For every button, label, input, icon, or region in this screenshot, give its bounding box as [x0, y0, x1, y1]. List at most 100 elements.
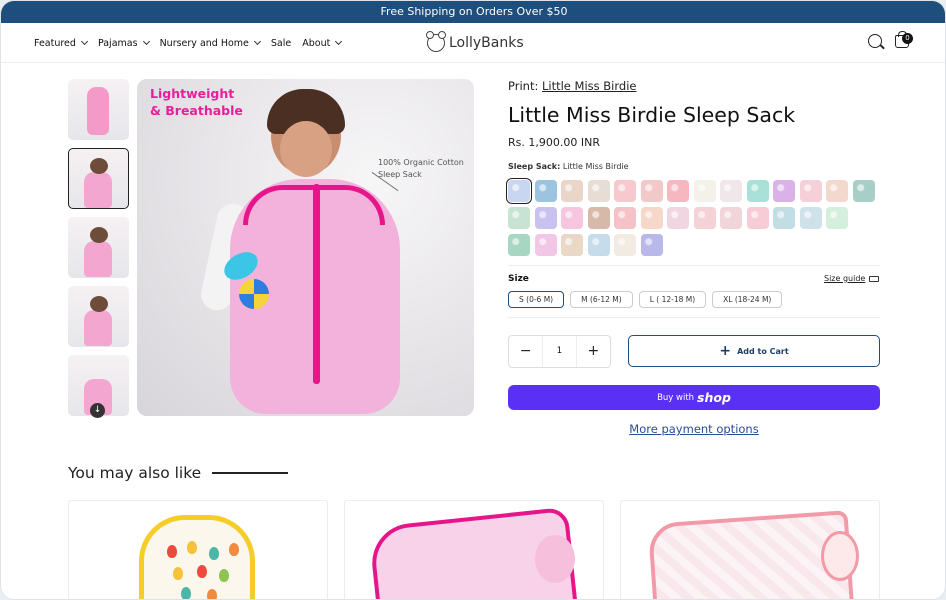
- product-thumbnail[interactable]: [68, 286, 129, 347]
- thumbnail-image: [84, 241, 112, 277]
- buy-with-shop-button[interactable]: Buy with shop: [508, 385, 880, 410]
- print-swatch[interactable]: [667, 180, 689, 202]
- nav-menu: Featured Pajamas Nursery and Home Sale A…: [34, 23, 343, 63]
- product-card[interactable]: [620, 500, 880, 599]
- product-thumbnail[interactable]: [68, 79, 129, 140]
- print-swatch[interactable]: [773, 207, 795, 229]
- size-options: S (0-6 M) M (6-12 M) L ( 12-18 M) XL (18…: [508, 291, 783, 308]
- sleep-sack-image: [87, 87, 109, 135]
- size-guide-link[interactable]: Size guide: [824, 274, 880, 283]
- variant-label: Sleep Sack: Little Miss Birdie: [508, 162, 880, 171]
- print-swatch[interactable]: [561, 180, 583, 202]
- print-swatch[interactable]: [534, 234, 557, 256]
- search-icon[interactable]: [868, 34, 882, 48]
- image-detail: [280, 121, 332, 177]
- print-swatch[interactable]: [693, 207, 716, 229]
- print-swatch[interactable]: [799, 207, 822, 229]
- quantity-input[interactable]: 1: [542, 336, 577, 367]
- product-card[interactable]: [344, 500, 604, 599]
- nav-item-sale[interactable]: Sale: [271, 38, 291, 49]
- nav-item-featured[interactable]: Featured: [34, 37, 88, 49]
- image-detail: [535, 535, 575, 583]
- print-label: Print:: [508, 79, 539, 93]
- divider: [508, 265, 880, 266]
- print-swatch[interactable]: [640, 180, 663, 202]
- buy-with-label: Buy with: [657, 392, 695, 403]
- nav-item-label: Featured: [34, 37, 76, 49]
- print-swatch[interactable]: [720, 180, 742, 202]
- recommendations-title: You may also like: [68, 464, 202, 482]
- print-swatch[interactable]: [614, 180, 636, 202]
- print-swatch[interactable]: [746, 207, 769, 229]
- print-swatch[interactable]: [640, 207, 663, 229]
- print-swatch[interactable]: [826, 207, 848, 229]
- main-product-image[interactable]: Lightweight & Breathable 100% Organic Co…: [137, 79, 474, 416]
- nav-item-label: Sale: [270, 37, 292, 49]
- size-option[interactable]: L ( 12-18 M): [638, 291, 707, 308]
- image-detail: [219, 569, 229, 582]
- print-swatch[interactable]: [561, 207, 583, 229]
- quantity-stepper: − 1 +: [508, 335, 611, 368]
- size-option[interactable]: XL (18-24 M): [712, 291, 783, 308]
- add-to-cart-label: Add to Cart: [737, 346, 789, 356]
- announcement-bar: Free Shipping on Orders Over $50: [1, 1, 945, 23]
- nav-item-about[interactable]: About: [302, 37, 343, 49]
- image-detail: [187, 541, 197, 554]
- more-payment-options-link[interactable]: More payment options: [508, 422, 880, 436]
- nav-item-label: Pajamas: [97, 37, 138, 49]
- print-swatch[interactable]: [534, 180, 557, 202]
- print-swatch[interactable]: [508, 234, 530, 256]
- print-swatch[interactable]: [640, 234, 663, 256]
- thumbnail-image: [84, 172, 112, 208]
- image-overlay-title: Lightweight & Breathable: [150, 86, 243, 118]
- print-swatch[interactable]: [667, 207, 689, 229]
- arrow-down-icon[interactable]: ↓: [90, 403, 105, 418]
- print-swatch[interactable]: [587, 234, 610, 256]
- image-overlay-note: 100% Organic Cotton Sleep Sack: [378, 158, 464, 179]
- image-detail: [821, 531, 859, 581]
- print-swatch[interactable]: [614, 207, 636, 229]
- quantity-increase-button[interactable]: +: [577, 336, 610, 367]
- teddy-bear-icon: [426, 31, 446, 52]
- image-detail: [197, 565, 207, 578]
- print-swatch[interactable]: [799, 180, 822, 202]
- size-option[interactable]: S (0-6 M): [508, 291, 565, 308]
- print-swatch[interactable]: [506, 178, 532, 204]
- quantity-decrease-button[interactable]: −: [509, 336, 542, 367]
- sleep-sack-image: [139, 515, 255, 599]
- thumbnail-image: [90, 158, 108, 174]
- product-title: Little Miss Birdie Sleep Sack: [508, 103, 796, 127]
- product-thumbnail[interactable]: [68, 148, 129, 209]
- print-swatch[interactable]: [693, 180, 716, 202]
- nav-item-pajamas[interactable]: Pajamas: [97, 37, 150, 49]
- image-detail: [207, 589, 217, 599]
- cart-count-badge: 0: [902, 33, 913, 44]
- product-thumbnail[interactable]: [68, 217, 129, 278]
- variant-label-value: Little Miss Birdie: [562, 162, 629, 171]
- add-to-cart-button[interactable]: + Add to Cart: [628, 335, 880, 367]
- print-swatch[interactable]: [773, 180, 795, 202]
- print-link[interactable]: Little Miss Birdie: [542, 79, 636, 93]
- print-swatch[interactable]: [587, 207, 610, 229]
- print-swatch[interactable]: [508, 207, 530, 229]
- print-swatch[interactable]: [826, 180, 848, 202]
- print-swatch[interactable]: [720, 207, 742, 229]
- size-option[interactable]: M (6-12 M): [570, 291, 633, 308]
- main-navigation: Featured Pajamas Nursery and Home Sale A…: [1, 23, 945, 63]
- print-swatch[interactable]: [852, 180, 875, 202]
- ruler-icon: [869, 275, 880, 282]
- print-swatch[interactable]: [534, 207, 557, 229]
- nav-item-label: About: [302, 37, 331, 49]
- print-swatch[interactable]: [587, 180, 610, 202]
- thumbnail-image: [90, 296, 108, 312]
- image-detail: [173, 567, 183, 580]
- nav-item-nursery-and-home[interactable]: Nursery and Home: [160, 38, 261, 49]
- print-swatch[interactable]: [614, 234, 636, 256]
- print-swatch[interactable]: [561, 234, 583, 256]
- page-frame: Free Shipping on Orders Over $50 Feature…: [0, 0, 946, 600]
- print-swatch[interactable]: [746, 180, 769, 202]
- store-logo[interactable]: LollyBanks: [426, 31, 524, 55]
- variant-label-name: Sleep Sack:: [508, 162, 561, 171]
- product-card[interactable]: [68, 500, 328, 599]
- size-guide-label: Size guide: [824, 274, 866, 283]
